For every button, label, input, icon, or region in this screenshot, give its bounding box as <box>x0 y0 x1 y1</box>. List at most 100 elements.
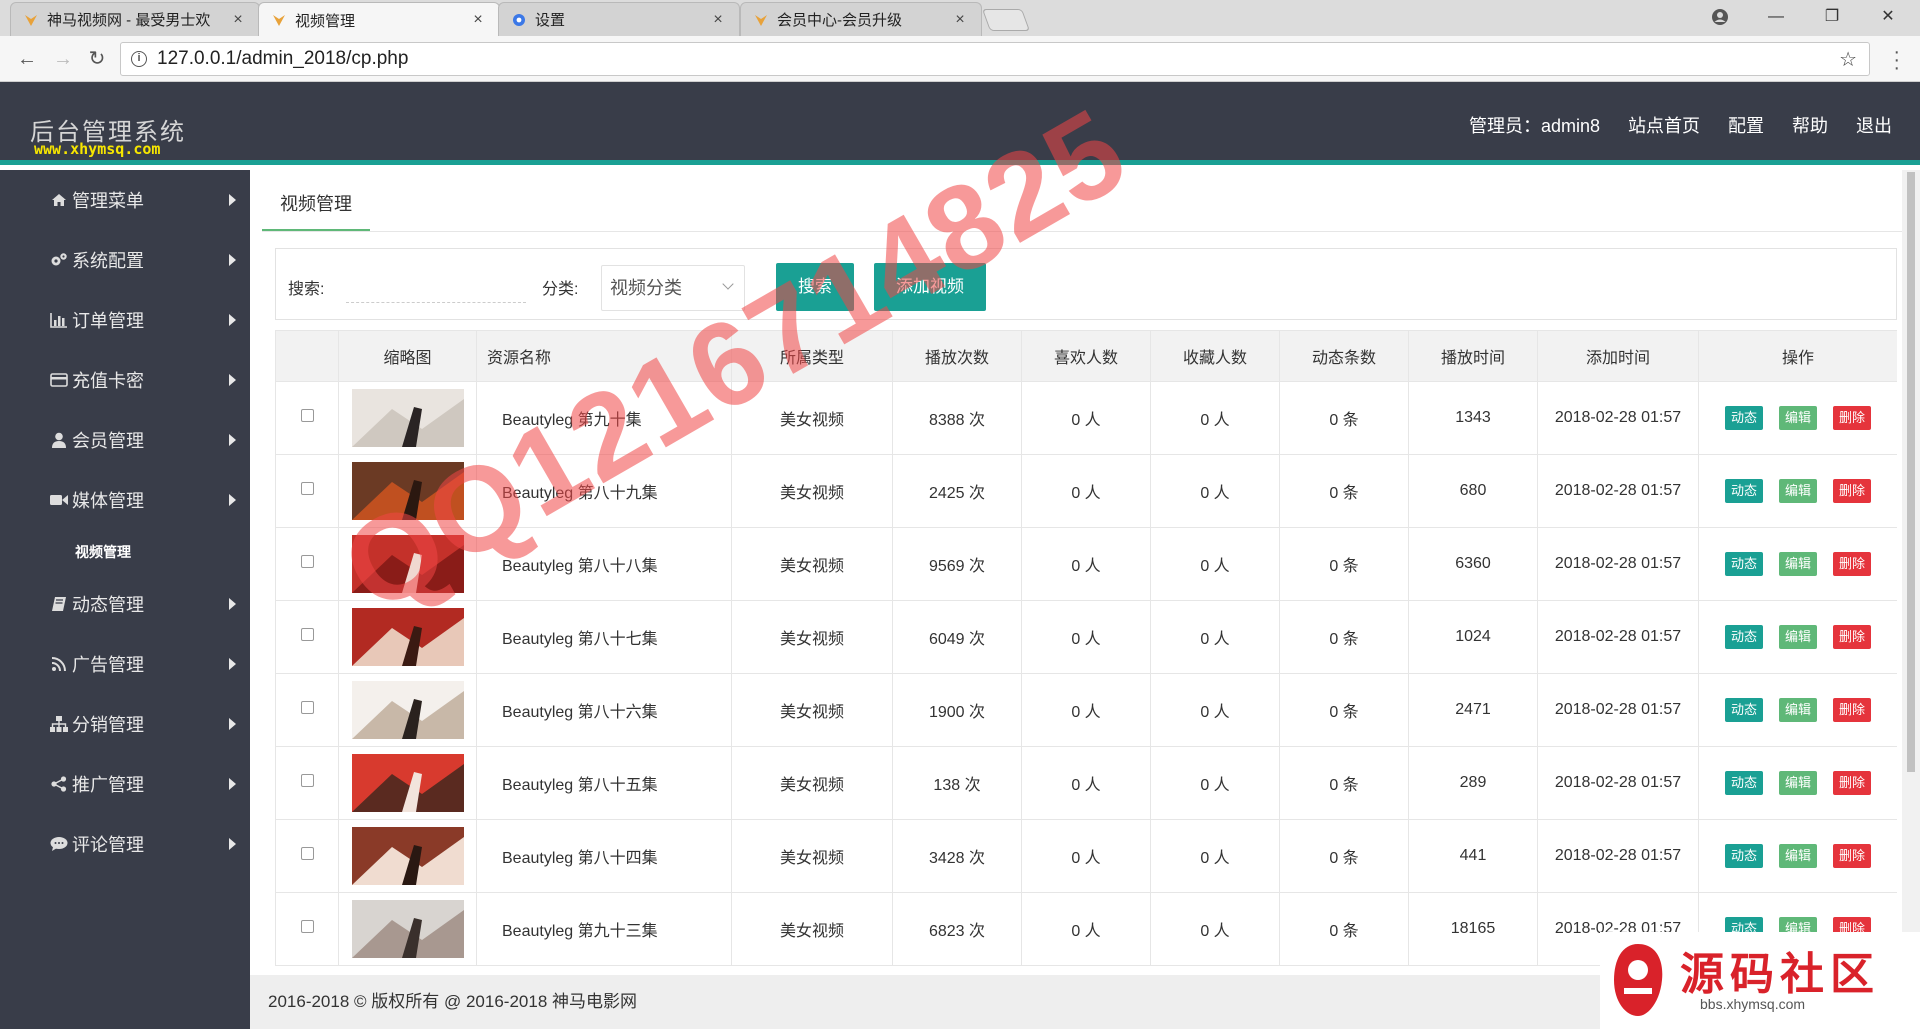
row-checkbox[interactable] <box>300 555 314 568</box>
video-thumbnail[interactable] <box>351 389 464 447</box>
edit-button[interactable]: 编辑 <box>1778 406 1817 430</box>
sidebar-item-comments[interactable]: 评论管理 <box>0 814 250 874</box>
video-thumbnail[interactable] <box>351 900 464 958</box>
dynamic-button[interactable]: 动态 <box>1724 406 1763 430</box>
dynamic-button[interactable]: 动态 <box>1724 844 1763 868</box>
fav-count: 0 人 <box>1150 673 1280 747</box>
edit-button[interactable]: 编辑 <box>1778 552 1817 576</box>
search-button[interactable]: 搜索 <box>776 263 854 311</box>
close-icon[interactable]: × <box>229 11 247 29</box>
site-home-link[interactable]: 站点首页 <box>1628 112 1700 138</box>
edit-button[interactable]: 编辑 <box>1778 698 1817 722</box>
like-count: 0 人 <box>1021 892 1151 966</box>
post-count: 0 条 <box>1279 673 1409 747</box>
info-icon[interactable]: i <box>131 51 147 67</box>
sidebar: 管理菜单 系统配置 订单管理 充值卡密 会员管理 媒体管理 视频管理 动态管理 … <box>0 170 250 1029</box>
video-name: Beautyleg 第八十八集 <box>476 527 732 601</box>
logout-link[interactable]: 退出 <box>1856 112 1892 138</box>
row-checkbox[interactable] <box>300 920 314 933</box>
sidebar-item-promotion[interactable]: 推广管理 <box>0 754 250 814</box>
dynamic-button[interactable]: 动态 <box>1724 552 1763 576</box>
delete-button[interactable]: 删除 <box>1833 771 1872 795</box>
profile-icon[interactable] <box>1692 0 1748 34</box>
video-thumbnail[interactable] <box>351 827 464 885</box>
vertical-scrollbar[interactable] <box>1902 170 1920 975</box>
row-checkbox[interactable] <box>300 701 314 714</box>
video-thumbnail[interactable] <box>351 535 464 593</box>
post-count: 0 条 <box>1279 819 1409 893</box>
browser-tab-1[interactable]: 神马视频网 - 最受男士欢 × <box>10 2 260 36</box>
row-checkbox[interactable] <box>300 628 314 641</box>
search-input[interactable] <box>346 271 526 303</box>
close-icon[interactable]: × <box>709 11 727 29</box>
sidebar-subitem-video-manage[interactable]: 视频管理 <box>0 530 250 574</box>
browser-tab-4[interactable]: 会员中心-会员升级 × <box>740 2 982 36</box>
sitemap-icon <box>50 715 68 733</box>
delete-button[interactable]: 删除 <box>1833 479 1872 503</box>
sidebar-item-menu[interactable]: 管理菜单 <box>0 170 250 230</box>
video-thumbnail[interactable] <box>351 608 464 666</box>
play-count: 6823 次 <box>892 892 1022 966</box>
sidebar-item-orders[interactable]: 订单管理 <box>0 290 250 350</box>
video-thumbnail[interactable] <box>351 681 464 739</box>
url-text: 127.0.0.1/admin_2018/cp.php <box>157 48 409 69</box>
video-thumbnail[interactable] <box>351 754 464 812</box>
browser-tab-2[interactable]: 视频管理 × <box>258 2 500 37</box>
fav-count: 0 人 <box>1150 600 1280 674</box>
delete-button[interactable]: 删除 <box>1833 552 1872 576</box>
row-select-cell <box>275 819 339 893</box>
admin-user-link[interactable]: 管理员：admin8 <box>1469 112 1600 138</box>
add-video-button[interactable]: 添加视频 <box>874 263 986 311</box>
edit-button[interactable]: 编辑 <box>1778 844 1817 868</box>
edit-button[interactable]: 编辑 <box>1778 479 1817 503</box>
bookmark-star-icon[interactable]: ☆ <box>1839 47 1857 72</box>
dynamic-button[interactable]: 动态 <box>1724 479 1763 503</box>
delete-button[interactable]: 删除 <box>1833 844 1872 868</box>
delete-button[interactable]: 删除 <box>1833 406 1872 430</box>
delete-button[interactable]: 删除 <box>1833 625 1872 649</box>
video-name: Beautyleg 第八十五集 <box>476 746 732 820</box>
col-header-select <box>275 330 339 382</box>
dynamic-button[interactable]: 动态 <box>1724 771 1763 795</box>
browser-tab-3[interactable]: 设置 × <box>498 2 740 36</box>
back-arrow-icon[interactable]: ← <box>12 44 42 74</box>
close-icon[interactable]: × <box>469 11 487 29</box>
edit-button[interactable]: 编辑 <box>1778 625 1817 649</box>
delete-button[interactable]: 删除 <box>1833 698 1872 722</box>
sidebar-item-dynamics[interactable]: 动态管理 <box>0 574 250 634</box>
config-link[interactable]: 配置 <box>1728 112 1764 138</box>
edit-button[interactable]: 编辑 <box>1778 771 1817 795</box>
dynamic-button[interactable]: 动态 <box>1724 625 1763 649</box>
scrollbar-thumb[interactable] <box>1907 172 1915 772</box>
sidebar-item-media[interactable]: 媒体管理 <box>0 470 250 530</box>
tab-video-manage[interactable]: 视频管理 <box>262 180 370 232</box>
sidebar-item-distribution[interactable]: 分销管理 <box>0 694 250 754</box>
category-select[interactable]: 视频分类 <box>601 265 745 311</box>
play-duration: 2471 <box>1408 673 1538 747</box>
sidebar-item-label: 媒体管理 <box>72 491 144 511</box>
gears-icon <box>50 251 68 269</box>
address-bar[interactable]: i 127.0.0.1/admin_2018/cp.php ☆ <box>120 42 1870 76</box>
menu-kebab-icon[interactable]: · · · <box>1893 42 1900 78</box>
reload-icon[interactable]: ↻ <box>82 44 112 74</box>
row-checkbox[interactable] <box>300 847 314 860</box>
post-count: 0 条 <box>1279 892 1409 966</box>
video-thumbnail[interactable] <box>351 462 464 520</box>
row-checkbox[interactable] <box>300 774 314 787</box>
sidebar-item-system[interactable]: 系统配置 <box>0 230 250 290</box>
help-link[interactable]: 帮助 <box>1792 112 1828 138</box>
new-tab-button[interactable] <box>981 9 1031 31</box>
row-checkbox[interactable] <box>300 482 314 495</box>
sidebar-item-ads[interactable]: 广告管理 <box>0 634 250 694</box>
sidebar-item-members[interactable]: 会员管理 <box>0 410 250 470</box>
forward-arrow-icon[interactable]: → <box>48 44 78 74</box>
row-checkbox[interactable] <box>300 409 314 422</box>
minimize-icon[interactable]: — <box>1748 0 1804 34</box>
post-count: 0 条 <box>1279 600 1409 674</box>
dynamic-button[interactable]: 动态 <box>1724 698 1763 722</box>
close-window-icon[interactable]: ✕ <box>1860 0 1916 34</box>
actions-cell: 动态 编辑 删除 <box>1698 600 1897 674</box>
close-icon[interactable]: × <box>951 11 969 29</box>
restore-icon[interactable]: ❐ <box>1804 0 1860 34</box>
sidebar-item-cards[interactable]: 充值卡密 <box>0 350 250 410</box>
